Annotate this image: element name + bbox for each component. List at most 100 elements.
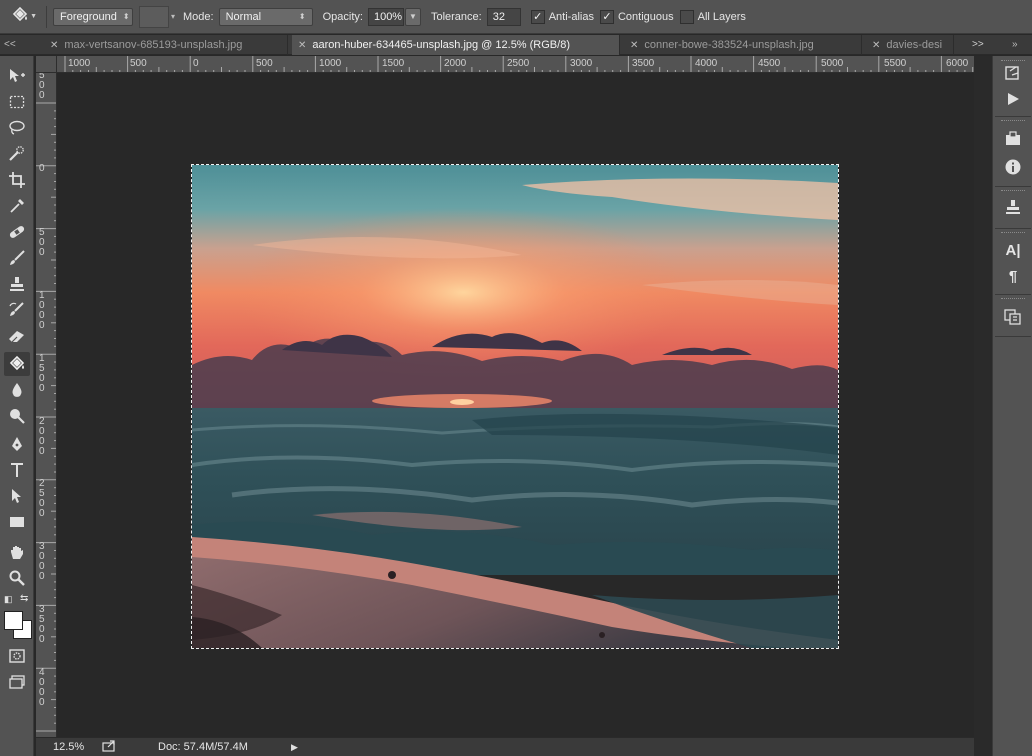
vertical-ruler[interactable]: 500 0 500 1000 1500 2000 2500 3000 3500 …	[36, 73, 57, 737]
default-colors-icon[interactable]: ◧	[4, 594, 13, 605]
quick-selection-icon	[8, 146, 26, 162]
status-bar: 12.5% Doc: 57.4M/57.4M ▶	[36, 737, 974, 756]
ruler-label: 1500	[39, 353, 45, 394]
pattern-picker[interactable]	[139, 5, 169, 28]
ruler-label: 1000	[68, 58, 91, 69]
mode-select[interactable]: Normal ⬍	[218, 7, 313, 26]
character-icon: A|	[1005, 241, 1021, 259]
hand-tool[interactable]	[4, 540, 30, 564]
ruler-label: 0	[39, 163, 45, 174]
ruler-label: 2000	[444, 58, 467, 69]
tolerance-input[interactable]: 32	[486, 7, 521, 26]
panel-divider[interactable]	[974, 56, 992, 756]
panel-collapse-icon[interactable]: »	[1012, 35, 1018, 55]
tools-panel: ◧ ⇆	[0, 56, 34, 756]
panel-grip[interactable]	[1001, 190, 1025, 194]
info-panel-button[interactable]	[1001, 156, 1025, 180]
tab-label: max-vertsanov-685193-unsplash.jpg	[64, 39, 243, 51]
all-layers-checkbox[interactable]: All Layers	[679, 9, 746, 24]
blur-tool[interactable]	[4, 378, 30, 402]
marquee-tool[interactable]	[4, 90, 30, 114]
opacity-input[interactable]: 100%	[367, 7, 404, 26]
share-icon[interactable]	[102, 740, 116, 755]
tab-conner-bowe[interactable]: ✕ conner-bowe-383524-unsplash.jpg	[624, 35, 862, 55]
close-icon[interactable]: ✕	[50, 40, 58, 51]
panel-grip[interactable]	[1001, 232, 1025, 236]
rectangle-tool[interactable]	[4, 510, 30, 534]
history-panel-button[interactable]	[1001, 62, 1025, 86]
zoom-tool[interactable]	[4, 566, 30, 590]
all-layers-label: All Layers	[697, 10, 746, 23]
healing-brush-icon	[8, 224, 26, 240]
mode-label: Mode:	[183, 10, 214, 23]
separator	[995, 186, 1031, 187]
character-panel-button[interactable]: A|	[1001, 238, 1025, 262]
check-icon: ✓	[530, 9, 545, 24]
screen-mode-icon	[9, 675, 25, 689]
foreground-color-swatch[interactable]	[4, 611, 23, 630]
ruler-label: 500	[256, 58, 273, 69]
horizontal-ruler[interactable]: 1000 500 0 500 1000 1500 2000 2500 3000 …	[57, 56, 974, 73]
lasso-tool[interactable]	[4, 116, 30, 140]
options-bar: ▼ Foreground ⬍ ▾ Mode: Normal ⬍ Opacity:…	[0, 0, 1032, 34]
screen-mode-button[interactable]	[4, 670, 30, 694]
opacity-label: Opacity:	[322, 10, 363, 23]
tab-overflow-button[interactable]: >>	[972, 35, 984, 55]
close-icon[interactable]: ✕	[872, 40, 880, 51]
dodge-tool[interactable]	[4, 404, 30, 428]
tab-aaron-huber[interactable]: ✕ aaron-huber-634465-unsplash.jpg @ 12.5%…	[292, 35, 620, 55]
device-preview-panel-button[interactable]	[1001, 128, 1025, 152]
type-tool[interactable]	[4, 458, 30, 482]
panel-grip[interactable]	[1001, 120, 1025, 124]
color-controls: ◧ ⇆	[4, 593, 30, 608]
contiguous-checkbox[interactable]: ✓ Contiguous	[599, 9, 674, 24]
clone-stamp-tool[interactable]	[4, 272, 30, 296]
path-selection-tool[interactable]	[4, 484, 30, 508]
eyedropper-tool[interactable]	[4, 194, 30, 218]
panel-grip[interactable]	[1001, 298, 1025, 302]
move-tool[interactable]	[4, 64, 30, 88]
glyphs-panel-button[interactable]	[1001, 306, 1025, 330]
swap-colors-icon[interactable]: ⇆	[20, 593, 28, 604]
quick-mask-button[interactable]	[4, 644, 30, 668]
close-icon[interactable]: ✕	[298, 40, 306, 51]
hand-icon	[9, 544, 25, 560]
tab-label: davies-desi	[886, 39, 943, 51]
history-brush-tool[interactable]	[4, 298, 30, 322]
status-menu-arrow-icon[interactable]: ▶	[291, 742, 298, 753]
healing-brush-tool[interactable]	[4, 220, 30, 244]
sunset-beach-photo[interactable]	[191, 164, 839, 649]
mode-value: Normal	[225, 10, 262, 23]
unchecked-box-icon	[679, 9, 694, 24]
close-icon[interactable]: ✕	[630, 40, 638, 51]
ruler-label: 2000	[39, 416, 45, 457]
ruler-label: 1000	[319, 58, 342, 69]
fill-source-select[interactable]: Foreground ⬍	[53, 7, 133, 26]
crop-tool[interactable]	[4, 168, 30, 192]
actions-panel-button[interactable]	[1001, 88, 1025, 112]
paragraph-panel-button[interactable]: ¶	[1001, 264, 1025, 288]
tab-davies[interactable]: ✕ davies-desi	[866, 35, 954, 55]
eraser-tool[interactable]	[4, 324, 30, 348]
toolbar-collapse-icon[interactable]: <<	[4, 35, 16, 55]
ruler-label: 3000	[570, 58, 593, 69]
opacity-slider-button[interactable]: ▼	[404, 7, 421, 26]
clone-source-icon	[1005, 199, 1021, 218]
ruler-label: 1500	[382, 58, 405, 69]
ruler-label: 2500	[507, 58, 530, 69]
history-icon	[1004, 65, 1022, 84]
zoom-level[interactable]: 12.5%	[53, 741, 84, 753]
paint-bucket-tool[interactable]	[4, 352, 30, 376]
tab-max-vertsanov[interactable]: ✕ max-vertsanov-685193-unsplash.jpg	[44, 35, 288, 55]
tool-preset-picker[interactable]: ▼	[0, 0, 40, 34]
brush-tool[interactable]	[4, 246, 30, 270]
anti-alias-checkbox[interactable]: ✓ Anti-alias	[530, 9, 594, 24]
quick-selection-tool[interactable]	[4, 142, 30, 166]
clone-source-panel-button[interactable]	[1001, 196, 1025, 220]
blur-icon	[10, 382, 24, 398]
pen-tool[interactable]	[4, 432, 30, 456]
ruler-origin[interactable]	[36, 56, 57, 73]
ruler-label: 500	[39, 73, 45, 101]
ruler-label: 500	[130, 58, 147, 69]
dodge-icon	[9, 408, 25, 424]
